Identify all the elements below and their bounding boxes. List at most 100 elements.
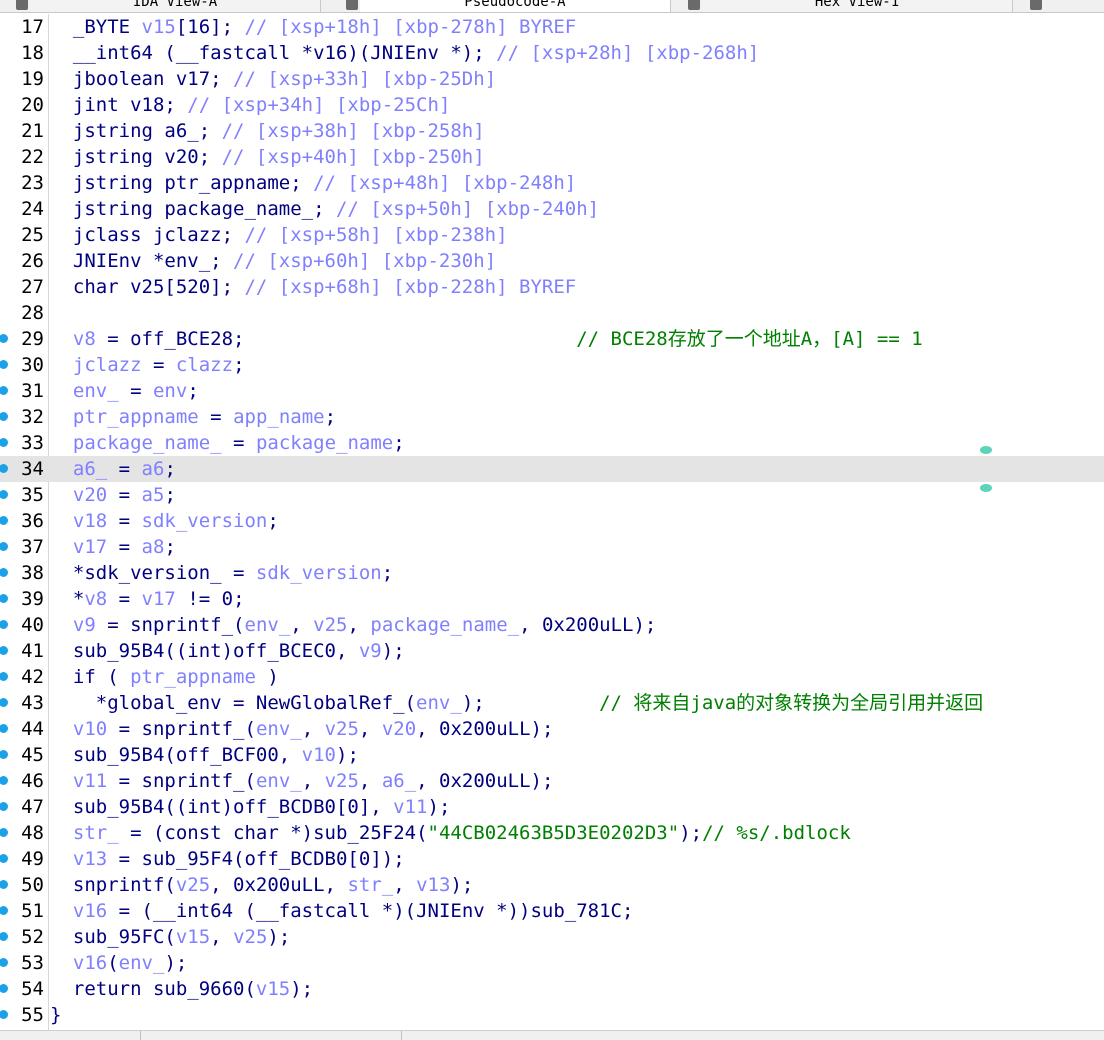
code-text[interactable]: jstring package_name_; // [xsp+50h] [xbp…: [50, 196, 599, 222]
code-token-var: package_name: [255, 432, 394, 454]
code-token-plain: jstring v20;: [50, 146, 222, 168]
code-text[interactable]: *global_env = NewGlobalRef_(env_); // 将来…: [50, 690, 983, 716]
code-line[interactable]: 28: [0, 300, 1104, 326]
code-text[interactable]: v11 = snprintf_(env_, v25, a6_, 0x200uLL…: [50, 768, 554, 794]
code-line[interactable]: 32 ptr_appname = app_name;: [0, 404, 1104, 430]
pseudocode-editor[interactable]: 17 _BYTE v15[16]; // [xsp+18h] [xbp-278h…: [0, 14, 1104, 1030]
code-line[interactable]: 45 sub_95B4(off_BCF00, v10);: [0, 742, 1104, 768]
code-token-var: v20: [381, 718, 417, 740]
code-line[interactable]: 42 if ( ptr_appname ): [0, 664, 1104, 690]
code-line[interactable]: 19 jboolean v17; // [xsp+33h] [xbp-25Dh]: [0, 66, 1104, 92]
code-token-cm: // [xsp+40h] [xbp-250h]: [221, 146, 485, 168]
code-text[interactable]: jstring ptr_appname; // [xsp+48h] [xbp-2…: [50, 170, 576, 196]
code-text[interactable]: sub_95FC(v15, v25);: [50, 924, 290, 950]
code-token-plain: , 0x200uLL);: [416, 770, 554, 792]
code-token-plain: );: [164, 952, 188, 974]
code-line[interactable]: 26 JNIEnv *env_; // [xsp+60h] [xbp-230h]: [0, 248, 1104, 274]
code-line[interactable]: 52 sub_95FC(v15, v25);: [0, 924, 1104, 950]
code-text[interactable]: sub_95B4(off_BCF00, v10);: [50, 742, 359, 768]
code-line[interactable]: 23 jstring ptr_appname; // [xsp+48h] [xb…: [0, 170, 1104, 196]
code-line[interactable]: 48 str_ = (const char *)sub_25F24("44CB0…: [0, 820, 1104, 846]
code-text[interactable]: jint v18; // [xsp+34h] [xbp-25Ch]: [50, 92, 451, 118]
code-token-plain: ,: [393, 874, 417, 896]
code-text[interactable]: __int64 (__fastcall *v16)(JNIEnv *); // …: [50, 40, 759, 66]
code-line[interactable]: 35 v20 = a5;: [0, 482, 1104, 508]
code-line[interactable]: 31 env_ = env;: [0, 378, 1104, 404]
code-line[interactable]: 41 sub_95B4((int)off_BCEC0, v9);: [0, 638, 1104, 664]
code-line[interactable]: 36 v18 = sdk_version;: [0, 508, 1104, 534]
code-token-var: v16: [72, 900, 108, 922]
code-text[interactable]: v16(env_);: [50, 950, 187, 976]
code-line[interactable]: 51 v16 = (__int64 (__fastcall *)(JNIEnv …: [0, 898, 1104, 924]
code-line[interactable]: 54 return sub_9660(v15);: [0, 976, 1104, 1002]
code-line[interactable]: 34 a6_ = a6;: [0, 456, 1104, 482]
code-text[interactable]: snprintf(v25, 0x200uLL, str_, v13);: [50, 872, 473, 898]
tab-ida-view[interactable]: IDA View-A: [30, 0, 321, 12]
code-line[interactable]: 17 _BYTE v15[16]; // [xsp+18h] [xbp-278h…: [0, 14, 1104, 40]
code-line[interactable]: 44 v10 = snprintf_(env_, v25, v20, 0x200…: [0, 716, 1104, 742]
code-line[interactable]: 21 jstring a6_; // [xsp+38h] [xbp-258h]: [0, 118, 1104, 144]
tab-pseudocode[interactable]: Pseudocode-A: [360, 0, 671, 12]
code-text[interactable]: package_name_ = package_name;: [50, 430, 405, 456]
code-text[interactable]: return sub_9660(v15);: [50, 976, 313, 1002]
code-text[interactable]: v17 = a8;: [50, 534, 176, 560]
code-text[interactable]: ptr_appname = app_name;: [50, 404, 336, 430]
code-text[interactable]: jclass jclazz; // [xsp+58h] [xbp-238h]: [50, 222, 508, 248]
code-token-var: env_: [255, 718, 302, 740]
code-line[interactable]: 27 char v25[520]; // [xsp+68h] [xbp-228h…: [0, 274, 1104, 300]
code-text[interactable]: v13 = sub_95F4(off_BCDB0[0]);: [50, 846, 405, 872]
code-text[interactable]: env_ = env;: [50, 378, 199, 404]
code-line[interactable]: 25 jclass jclazz; // [xsp+58h] [xbp-238h…: [0, 222, 1104, 248]
tab-hex-view[interactable]: Hex View-1: [702, 0, 1013, 12]
code-line[interactable]: 39 *v8 = v17 != 0;: [0, 586, 1104, 612]
code-line[interactable]: 20 jint v18; // [xsp+34h] [xbp-25Ch]: [0, 92, 1104, 118]
code-line[interactable]: 38 *sdk_version_ = sdk_version;: [0, 560, 1104, 586]
code-line[interactable]: 55}: [0, 1002, 1104, 1028]
code-text[interactable]: v10 = snprintf_(env_, v25, v20, 0x200uLL…: [50, 716, 554, 742]
code-token-plain: =: [107, 510, 142, 532]
code-text[interactable]: jstring a6_; // [xsp+38h] [xbp-258h]: [50, 118, 485, 144]
code-text[interactable]: jclazz = clazz;: [50, 352, 245, 378]
code-text[interactable]: v18 = sdk_version;: [50, 508, 279, 534]
code-line[interactable]: 49 v13 = sub_95F4(off_BCDB0[0]);: [0, 846, 1104, 872]
code-line[interactable]: 46 v11 = snprintf_(env_, v25, a6_, 0x200…: [0, 768, 1104, 794]
code-token-plain: =: [107, 458, 142, 480]
code-text[interactable]: sub_95B4((int)off_BCDB0[0], v11);: [50, 794, 451, 820]
code-line[interactable]: 18 __int64 (__fastcall *v16)(JNIEnv *); …: [0, 40, 1104, 66]
code-text[interactable]: JNIEnv *env_; // [xsp+60h] [xbp-230h]: [50, 248, 496, 274]
code-text[interactable]: if ( ptr_appname ): [50, 664, 279, 690]
code-line[interactable]: 37 v17 = a8;: [0, 534, 1104, 560]
code-text[interactable]: str_ = (const char *)sub_25F24("44CB0246…: [50, 820, 851, 846]
code-line[interactable]: 22 jstring v20; // [xsp+40h] [xbp-250h]: [0, 144, 1104, 170]
code-text[interactable]: *v8 = v17 != 0;: [50, 586, 245, 612]
code-token-plain: jboolean v17;: [50, 68, 234, 90]
code-line[interactable]: 33 package_name_ = package_name;: [0, 430, 1104, 456]
code-text[interactable]: v9 = snprintf_(env_, v25, package_name_,…: [50, 612, 656, 638]
code-line[interactable]: 30 jclazz = clazz;: [0, 352, 1104, 378]
code-token-plain: = snprintf_(: [107, 718, 256, 740]
code-line[interactable]: 43 *global_env = NewGlobalRef_(env_); //…: [0, 690, 1104, 716]
code-line[interactable]: 40 v9 = snprintf_(env_, v25, package_nam…: [0, 612, 1104, 638]
code-line[interactable]: 50 snprintf(v25, 0x200uLL, str_, v13);: [0, 872, 1104, 898]
code-token-gcm: // 将来自java的对象转换为全局引用并返回: [599, 692, 984, 714]
code-text[interactable]: _BYTE v15[16]; // [xsp+18h] [xbp-278h] B…: [50, 14, 576, 40]
code-token-plain: jstring ptr_appname;: [50, 172, 314, 194]
code-text[interactable]: v20 = a5;: [50, 482, 176, 508]
code-line[interactable]: 29 v8 = off_BCE28; // BCE28存放了一个地址A，[A] …: [0, 326, 1104, 352]
code-line[interactable]: 53 v16(env_);: [0, 950, 1104, 976]
code-text[interactable]: jboolean v17; // [xsp+33h] [xbp-25Dh]: [50, 66, 496, 92]
code-text[interactable]: v16 = (__int64 (__fastcall *)(JNIEnv *))…: [50, 898, 634, 924]
code-text[interactable]: }: [50, 1002, 61, 1028]
code-text[interactable]: char v25[520]; // [xsp+68h] [xbp-228h] B…: [50, 274, 576, 300]
code-text[interactable]: *sdk_version_ = sdk_version;: [50, 560, 393, 586]
code-text[interactable]: jstring v20; // [xsp+40h] [xbp-250h]: [50, 144, 485, 170]
code-line[interactable]: 24 jstring package_name_; // [xsp+50h] […: [0, 196, 1104, 222]
line-number: 20: [21, 94, 44, 116]
code-text[interactable]: sub_95B4((int)off_BCEC0, v9);: [50, 638, 405, 664]
code-line[interactable]: 47 sub_95B4((int)off_BCDB0[0], v11);: [0, 794, 1104, 820]
code-text[interactable]: a6_ = a6;: [50, 456, 176, 482]
code-text[interactable]: v8 = off_BCE28; // BCE28存放了一个地址A，[A] == …: [50, 326, 923, 352]
structures-icon[interactable]: [1030, 0, 1042, 10]
